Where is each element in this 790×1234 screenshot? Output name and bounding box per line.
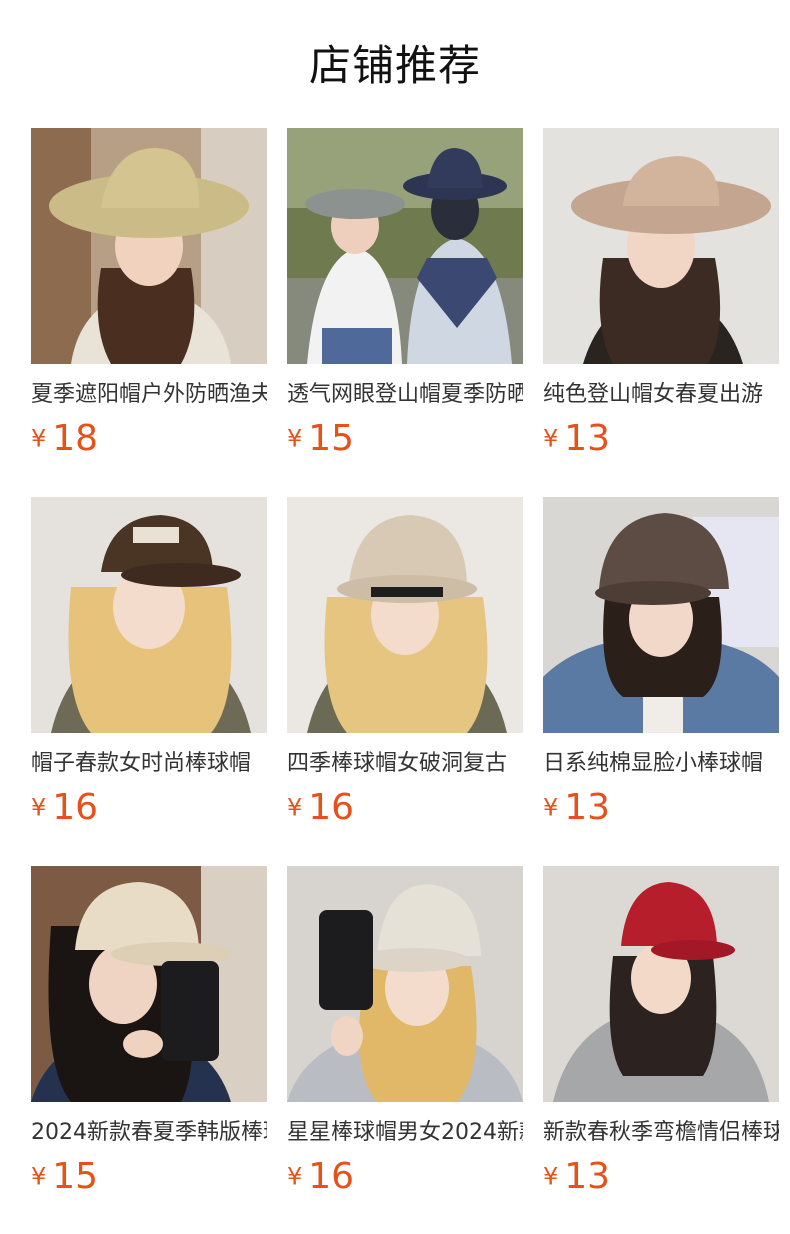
product-card[interactable]: 日系纯棉显脸小棒球帽 ¥13: [543, 497, 779, 828]
currency-symbol: ¥: [287, 1162, 303, 1191]
product-price: ¥15: [287, 416, 354, 460]
product-card[interactable]: 纯色登山帽女春夏出游 ¥13: [543, 128, 779, 459]
product-name[interactable]: 四季棒球帽女破洞复古: [287, 749, 523, 779]
product-name[interactable]: 新款春秋季弯檐情侣棒球帽: [543, 1118, 779, 1148]
product-name[interactable]: 夏季遮阳帽户外防晒渔夫帽: [31, 380, 267, 410]
product-price: ¥13: [543, 416, 610, 460]
product-card[interactable]: 新款春秋季弯檐情侣棒球帽 ¥13: [543, 866, 779, 1197]
product-image[interactable]: [287, 128, 523, 364]
price-value: 13: [564, 786, 611, 828]
currency-symbol: ¥: [287, 793, 303, 822]
price-value: 16: [308, 1155, 355, 1197]
product-price: ¥16: [31, 785, 98, 829]
product-name[interactable]: 日系纯棉显脸小棒球帽: [543, 749, 779, 779]
product-price: ¥16: [287, 785, 354, 829]
product-image[interactable]: [287, 866, 523, 1102]
product-card[interactable]: 帽子春款女时尚棒球帽 ¥16: [31, 497, 267, 828]
page-title: 店铺推荐: [308, 41, 481, 90]
product-card[interactable]: 星星棒球帽男女2024新款 ¥16: [287, 866, 523, 1197]
product-name[interactable]: 2024新款春夏季韩版棒球帽: [31, 1118, 267, 1148]
price-value: 13: [564, 1155, 611, 1197]
product-image[interactable]: [31, 866, 267, 1102]
product-price: ¥15: [31, 1154, 98, 1198]
product-card[interactable]: 夏季遮阳帽户外防晒渔夫帽 ¥18: [31, 128, 267, 459]
price-value: 13: [564, 417, 611, 459]
product-card[interactable]: 2024新款春夏季韩版棒球帽 ¥15: [31, 866, 267, 1197]
product-card[interactable]: 透气网眼登山帽夏季防晒 ¥15: [287, 128, 523, 459]
product-image[interactable]: [543, 128, 779, 364]
product-name[interactable]: 星星棒球帽男女2024新款: [287, 1118, 523, 1148]
product-name[interactable]: 纯色登山帽女春夏出游: [543, 380, 779, 410]
price-value: 15: [52, 1155, 99, 1197]
currency-symbol: ¥: [287, 424, 303, 453]
product-card[interactable]: 四季棒球帽女破洞复古 ¥16: [287, 497, 523, 828]
price-value: 15: [308, 417, 355, 459]
product-grid: 夏季遮阳帽户外防晒渔夫帽 ¥18 透气网眼登山帽夏季防晒 ¥15: [31, 128, 779, 1197]
currency-symbol: ¥: [543, 793, 559, 822]
product-image[interactable]: [543, 866, 779, 1102]
product-price: ¥16: [287, 1154, 354, 1198]
currency-symbol: ¥: [31, 793, 47, 822]
currency-symbol: ¥: [31, 1162, 47, 1191]
currency-symbol: ¥: [543, 1162, 559, 1191]
product-price: ¥18: [31, 416, 98, 460]
product-name[interactable]: 帽子春款女时尚棒球帽: [31, 749, 267, 779]
product-image[interactable]: [31, 128, 267, 364]
product-image[interactable]: [31, 497, 267, 733]
price-value: 18: [52, 417, 99, 459]
product-price: ¥13: [543, 1154, 610, 1198]
product-price: ¥13: [543, 785, 610, 829]
product-image[interactable]: [287, 497, 523, 733]
product-image[interactable]: [543, 497, 779, 733]
price-value: 16: [308, 786, 355, 828]
currency-symbol: ¥: [31, 424, 47, 453]
currency-symbol: ¥: [543, 424, 559, 453]
product-name[interactable]: 透气网眼登山帽夏季防晒: [287, 380, 523, 410]
price-value: 16: [52, 786, 99, 828]
